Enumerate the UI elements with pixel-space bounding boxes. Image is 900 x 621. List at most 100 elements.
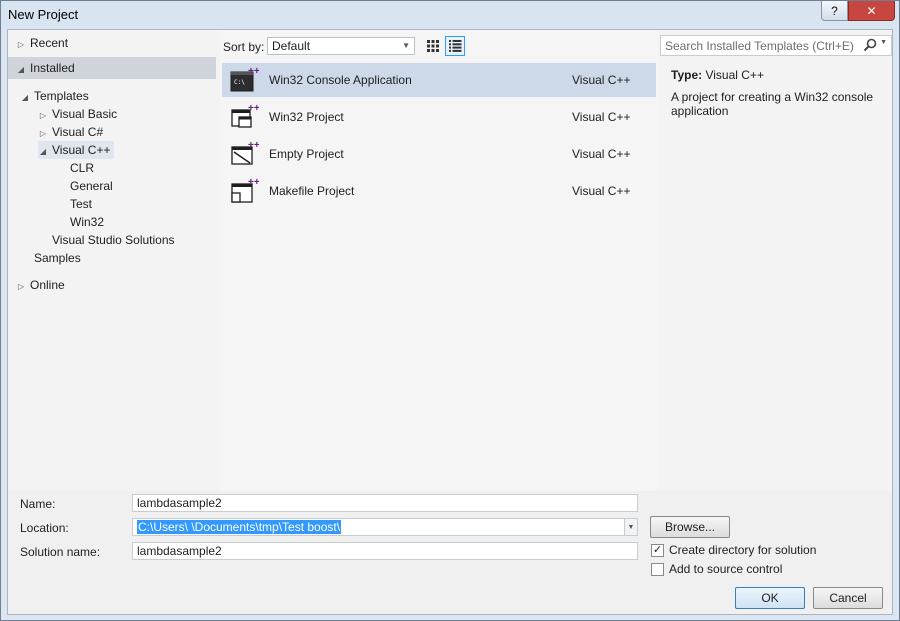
- template-name: Makefile Project: [269, 184, 355, 198]
- tree-item-label: Templates: [34, 89, 89, 103]
- tree-item-general[interactable]: General: [70, 177, 113, 195]
- expand-arrow-icon[interactable]: ▷: [16, 36, 26, 54]
- svg-text:C:\: C:\: [234, 79, 245, 86]
- svg-text:++: ++: [248, 177, 259, 188]
- tree-item-label: Visual Studio Solutions: [52, 233, 175, 247]
- search-placeholder: Search Installed Templates (Ctrl+E): [665, 39, 854, 53]
- sort-select-value: Default: [272, 39, 311, 53]
- tree-item-label: General: [70, 179, 113, 193]
- tree-item-visual-cpp[interactable]: ◢ Visual C++: [38, 141, 115, 161]
- template-description: A project for creating a Win32 console a…: [671, 90, 874, 118]
- sort-label: Sort by:: [223, 40, 265, 54]
- list-view-button[interactable]: [445, 36, 465, 56]
- create-directory-checkbox[interactable]: ✓: [651, 543, 664, 557]
- sort-toolbar: Sort by: Default ▼: [223, 36, 653, 58]
- tree-item-installed[interactable]: ◢ Installed: [8, 57, 216, 79]
- template-language: Visual C++: [572, 184, 631, 198]
- location-input-value: C:\Users\ \Documents\tmp\Test boost\: [137, 520, 342, 534]
- create-directory-label: Create directory for solution: [669, 543, 817, 557]
- chevron-down-icon: ▼: [627, 523, 635, 531]
- tree-item-test[interactable]: Test: [70, 195, 92, 213]
- tree-item-label: CLR: [70, 161, 95, 175]
- checkmark-icon: ✓: [652, 543, 663, 556]
- browse-button[interactable]: Browse...: [650, 516, 730, 538]
- cancel-button[interactable]: Cancel: [813, 587, 883, 609]
- tree-item-label: Samples: [34, 251, 81, 265]
- ok-button[interactable]: OK: [735, 587, 805, 609]
- name-input[interactable]: lambdasample2: [132, 494, 638, 512]
- template-type: Type: Visual C++: [671, 68, 764, 82]
- ok-button-label: OK: [761, 591, 779, 605]
- dialog-body: ▷ Recent ◢ Installed ◢ Templates ▷ Visual Ba…: [7, 29, 893, 615]
- location-label: Location:: [20, 521, 69, 535]
- location-dropdown-button[interactable]: ▼: [624, 518, 638, 536]
- template-name: Win32 Console Application: [269, 73, 412, 87]
- template-language: Visual C++: [572, 110, 631, 124]
- tree-item-online[interactable]: ▷ Online: [16, 276, 65, 294]
- template-name: Empty Project: [269, 147, 344, 161]
- svg-text:++: ++: [248, 66, 259, 77]
- source-control-checkbox-row[interactable]: Add to source control: [651, 561, 782, 577]
- solution-name-label: Solution name:: [20, 545, 101, 559]
- name-input-value: lambdasample2: [137, 496, 222, 510]
- solution-name-input-value: lambdasample2: [137, 544, 222, 558]
- template-details-pane: Search Installed Templates (Ctrl+E) ▼ Ty…: [658, 30, 892, 491]
- collapse-arrow-icon[interactable]: ◢: [38, 143, 48, 161]
- list-view-icon: [448, 40, 461, 52]
- template-row-makefile-project[interactable]: ++ Makefile Project Visual C++: [222, 174, 656, 208]
- type-label: Type:: [671, 68, 703, 82]
- location-input[interactable]: C:\Users\ \Documents\tmp\Test boost\: [132, 518, 635, 536]
- close-button[interactable]: ✕: [848, 1, 895, 21]
- tree-item-recent[interactable]: ▷ Recent: [16, 34, 68, 52]
- tree-item-samples[interactable]: Samples: [34, 249, 81, 267]
- tree-item-label: Test: [70, 197, 93, 211]
- tree-item-vs-solutions[interactable]: Visual Studio Solutions: [52, 231, 175, 249]
- tree-item-label: Online: [30, 278, 65, 292]
- win32-project-icon: ++: [231, 103, 259, 128]
- collapse-arrow-icon[interactable]: ◢: [16, 61, 26, 79]
- console-app-icon: C:\ ++: [230, 66, 259, 92]
- help-icon: ?: [831, 3, 838, 18]
- browse-button-label: Browse...: [664, 520, 715, 534]
- template-language: Visual C++: [572, 147, 631, 161]
- collapse-arrow-icon[interactable]: ◢: [20, 89, 30, 107]
- tree-item-win32[interactable]: Win32: [70, 213, 104, 231]
- solution-name-input[interactable]: lambdasample2: [132, 542, 638, 560]
- chevron-down-icon: ▼: [402, 41, 410, 50]
- tree-item-templates[interactable]: ◢ Templates: [20, 87, 89, 105]
- tree-item-label: Visual C#: [52, 125, 104, 139]
- tree-item-label: Installed: [30, 61, 75, 75]
- sort-select[interactable]: Default ▼: [267, 37, 415, 55]
- new-project-dialog: New Project ? ✕ ▷ Recent ◢ Installed ◢ Temp…: [0, 0, 900, 621]
- empty-project-icon: ++: [231, 140, 259, 165]
- tree-item-label: Win32: [70, 215, 105, 229]
- template-row-win32-project[interactable]: ++ Win32 Project Visual C++: [222, 100, 656, 134]
- svg-text:++: ++: [248, 140, 259, 151]
- title-bar[interactable]: New Project ? ✕: [1, 1, 899, 29]
- source-control-checkbox[interactable]: [651, 562, 664, 576]
- template-row-console-app[interactable]: C:\ ++ Win32 Console Application Visual …: [222, 63, 656, 97]
- template-search-input[interactable]: Search Installed Templates (Ctrl+E) ▼: [660, 35, 892, 56]
- type-value: Visual C++: [705, 68, 764, 82]
- grid-view-icon: [427, 40, 439, 52]
- window-title: New Project: [8, 7, 79, 22]
- svg-text:++: ++: [248, 103, 259, 114]
- tree-item-clr[interactable]: CLR: [70, 159, 94, 177]
- template-language: Visual C++: [572, 73, 631, 87]
- template-tree: ▷ Recent ◢ Installed ◢ Templates ▷ Visual Ba…: [8, 30, 220, 491]
- grid-view-button[interactable]: [423, 36, 443, 56]
- template-row-empty-project[interactable]: ++ Empty Project Visual C++: [222, 137, 656, 171]
- tree-item-visual-basic[interactable]: ▷ Visual Basic: [38, 105, 117, 123]
- makefile-project-icon: ++: [231, 177, 259, 203]
- search-icon[interactable]: [863, 38, 877, 52]
- expand-arrow-icon[interactable]: ▷: [16, 278, 26, 296]
- chevron-down-icon[interactable]: ▼: [880, 39, 887, 46]
- tree-item-label: Recent: [30, 36, 69, 50]
- template-list-pane: Sort by: Default ▼ C:\ ++ Win32 Console …: [220, 30, 658, 491]
- name-label: Name:: [20, 497, 56, 511]
- source-control-label: Add to source control: [669, 562, 783, 576]
- help-button[interactable]: ?: [821, 1, 848, 21]
- create-directory-checkbox-row[interactable]: ✓ Create directory for solution: [651, 542, 816, 558]
- tree-item-label: Visual C++: [52, 143, 111, 157]
- tree-item-visual-csharp[interactable]: ▷ Visual C#: [38, 123, 103, 141]
